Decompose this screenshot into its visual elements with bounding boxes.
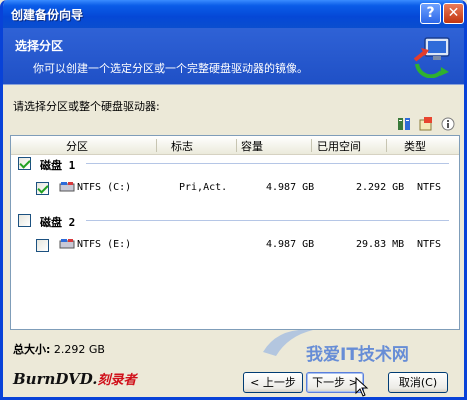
disk-label: 磁盘 2 [40,216,76,229]
partition-name: NTFS (E:) [77,239,132,250]
burndvd-logo: BurnDVD.刻录者 [13,369,137,388]
info-icon[interactable] [440,116,456,132]
partition-name: NTFS (C:) [77,182,132,193]
partition-list[interactable]: 分区 标志 容量 已用空间 类型 磁盘 1 NTFS (C:) Pri,Act.… [10,135,460,330]
partition-type: NTFS [417,182,442,193]
logo-text: BurnDVD. [13,370,98,388]
disk-row[interactable]: 磁盘 2 [11,209,459,231]
partition-row[interactable]: NTFS (E:) 4.987 GB 29.83 MB NTFS [11,233,459,255]
partition-e-checkbox[interactable] [36,239,49,252]
total-size-label: 总大小: [13,343,51,356]
list-toolbar [396,116,460,134]
watermark-text: 我爱IT技术网 [306,345,409,365]
mouse-cursor-icon [355,377,369,397]
logo-text-cn: 刻录者 [97,373,137,388]
total-size: 总大小: 2.292 GB [13,341,105,357]
total-size-value: 2.292 GB [53,343,105,356]
properties-icon[interactable] [418,116,434,132]
backup-wizard-icon [413,37,450,78]
selection-prompt: 请选择分区或整个硬盘驱动器: [13,100,160,113]
partition-type: NTFS [417,239,442,250]
disk-row[interactable]: 磁盘 1 [11,152,459,174]
partition-c-checkbox[interactable] [36,182,49,195]
view-details-icon[interactable] [396,116,412,132]
help-button[interactable]: ? [420,3,441,24]
partition-row[interactable]: NTFS (C:) Pri,Act. 4.987 GB 2.292 GB NTF… [11,176,459,198]
disk-1-checkbox[interactable] [18,157,31,170]
window-title: 创建备份向导 [11,8,84,22]
partition-flags: Pri,Act. [179,182,228,193]
title-bar[interactable]: 创建备份向导 ? ✕ [3,0,464,28]
backup-wizard-window: 创建备份向导 ? ✕ 选择分区 你可以创建一个选定分区或一个完整硬盘驱动器的镜像… [0,0,467,400]
wizard-header: 选择分区 你可以创建一个选定分区或一个完整硬盘驱动器的镜像。 [3,28,464,85]
step-description: 你可以创建一个选定分区或一个完整硬盘驱动器的镜像。 [33,62,308,75]
close-button[interactable]: ✕ [443,3,464,24]
back-button[interactable]: < 上一步 [243,372,303,393]
partition-capacity: 4.987 GB [266,239,315,250]
cancel-button[interactable]: 取消(C) [388,372,448,393]
partition-used: 2.292 GB [356,182,405,193]
disk-label: 磁盘 1 [40,159,76,172]
partition-used: 29.83 MB [356,239,405,250]
step-title: 选择分区 [15,39,64,53]
disk-2-checkbox[interactable] [18,214,31,227]
site-watermark: 我爱IT技术网 [258,322,458,372]
partition-capacity: 4.987 GB [266,182,315,193]
partition-icon [59,182,75,192]
partition-icon [59,239,75,249]
